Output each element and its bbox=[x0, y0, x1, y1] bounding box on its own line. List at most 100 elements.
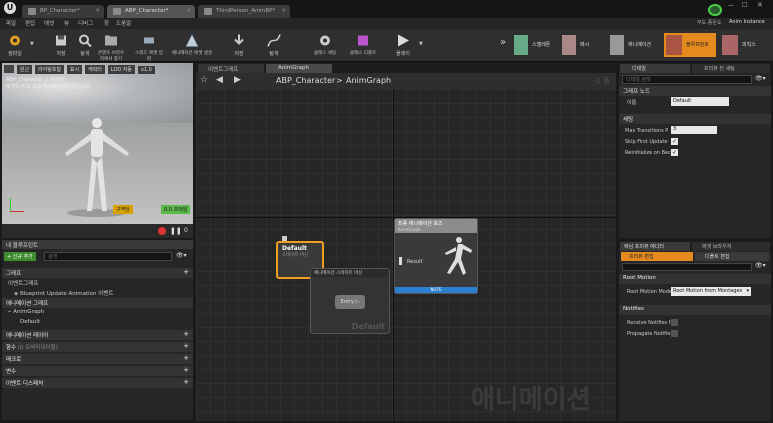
name-field[interactable]: Default bbox=[671, 97, 729, 106]
compile-button[interactable]: 컴파일 bbox=[2, 31, 28, 61]
tab-asset-browser[interactable]: 에셋 브라우저 bbox=[692, 242, 770, 251]
anim-graph-item[interactable]: ⌁ AnimGraph bbox=[2, 308, 193, 318]
root-motion-mode-select[interactable]: Root Motion from Montages ▾ bbox=[671, 287, 751, 296]
window-maximize-icon[interactable]: □ bbox=[742, 1, 748, 8]
save-cached-button[interactable]: 저장 bbox=[226, 31, 252, 61]
menu-help[interactable]: 도움말 bbox=[116, 19, 131, 27]
graph-node-section[interactable]: 그래프 노드 bbox=[619, 86, 771, 96]
class-settings-button[interactable]: 클래스 세팅 bbox=[308, 31, 342, 61]
view-options-icon[interactable]: 👁▾ bbox=[176, 252, 187, 259]
anim-preview-search-input[interactable] bbox=[622, 263, 752, 271]
perspective-button[interactable]: 원근 bbox=[16, 65, 33, 74]
hide-unrelated-button[interactable]: 스레드 에셋 입력 bbox=[134, 31, 164, 62]
add-dispatcher-icon[interactable]: + bbox=[183, 378, 189, 386]
breadcrumb-leaf[interactable]: AnimGraph bbox=[346, 76, 391, 85]
anim-blueprint-icon bbox=[113, 8, 121, 15]
tab-anim-preview[interactable]: 애님 프리뷰 에디터 bbox=[620, 242, 690, 251]
graph-canvas[interactable]: Default 스테이트 머신 애니메이션 스테이트 머신 Entry ▷ De… bbox=[196, 89, 616, 421]
add-macro-icon[interactable]: + bbox=[183, 354, 189, 362]
viewport-menu-button[interactable] bbox=[4, 65, 14, 73]
edit-preview-button[interactable]: 프리뷰 편집 bbox=[621, 252, 693, 261]
notifies-section[interactable]: Notifies bbox=[619, 305, 771, 315]
menu-asset[interactable]: 에셋 bbox=[44, 19, 54, 27]
skip-first-update-checkbox[interactable]: ✓ bbox=[671, 138, 678, 145]
frame-status-badge[interactable]: 0.0 프레임 bbox=[161, 205, 191, 214]
result-pin-icon[interactable] bbox=[399, 257, 402, 265]
event-dispatchers-section[interactable]: 이벤트 디스패처 + bbox=[2, 378, 193, 388]
add-layer-icon[interactable]: + bbox=[183, 330, 189, 338]
graph-watermark: 애니메이션 bbox=[471, 385, 591, 415]
max-transitions-field[interactable]: 3 bbox=[671, 126, 717, 134]
output-pose-node[interactable]: 최종 애니메이션 포즈 AnimGraph Result NOTE bbox=[394, 218, 478, 294]
my-blueprint-search-input[interactable] bbox=[44, 252, 172, 261]
menu-view[interactable]: 뷰 bbox=[64, 19, 69, 27]
menu-file[interactable]: 파일 bbox=[6, 19, 16, 27]
close-icon[interactable]: ✕ bbox=[186, 8, 191, 14]
details-search-input[interactable] bbox=[622, 75, 752, 84]
lit-button[interactable]: 라이팅포함 bbox=[35, 65, 65, 74]
graphs-section[interactable]: 그래프 + bbox=[2, 268, 193, 278]
compile-dropdown-icon[interactable]: ▼ bbox=[30, 41, 34, 47]
anim-layers-section[interactable]: 애니메이션 레이어 + bbox=[2, 330, 193, 340]
user-avatar[interactable] bbox=[708, 4, 722, 16]
character-button[interactable]: 캐릭터 bbox=[85, 65, 105, 74]
back-arrow-icon[interactable]: ◀ bbox=[216, 75, 223, 85]
macros-section[interactable]: 매크로 + bbox=[2, 354, 193, 364]
class-defaults-button[interactable]: 클래스 디폴트 bbox=[346, 31, 380, 61]
add-function-icon[interactable]: + bbox=[183, 342, 189, 350]
edit-defaults-button[interactable]: 디폴트 편집 bbox=[695, 252, 769, 261]
mode-skeleton[interactable]: 스켈레톤 bbox=[512, 33, 556, 57]
play-button[interactable]: 플레이 bbox=[390, 31, 416, 61]
add-new-button[interactable]: + 신규 추가 bbox=[4, 252, 36, 261]
breadcrumb-root[interactable]: ABP_Character bbox=[276, 76, 335, 85]
show-button[interactable]: 표시 bbox=[66, 65, 83, 74]
mode-physics[interactable]: 피직스 bbox=[720, 33, 768, 57]
menu-window[interactable]: 창 bbox=[104, 19, 109, 27]
menu-edit[interactable]: 편집 bbox=[25, 19, 35, 27]
pause-icon[interactable]: ❚❚ bbox=[170, 227, 182, 235]
tab-abp-character[interactable]: ABP_Character* ✕ bbox=[107, 5, 195, 18]
blueprint-update-item[interactable]: ◈ Blueprint Update Animation 이벤트 bbox=[2, 288, 193, 298]
favorite-star-icon[interactable]: ☆ bbox=[200, 75, 208, 85]
mode-blueprint[interactable]: 블루프린트 bbox=[664, 33, 716, 57]
browse-button[interactable]: 콘텐츠 브라우저에서 찾기 bbox=[96, 31, 126, 62]
name-label: 이름 bbox=[627, 100, 637, 106]
tab-details[interactable]: 디테일 bbox=[620, 64, 690, 73]
anim-preview-view-options-icon[interactable]: 👁▾ bbox=[755, 262, 766, 269]
variables-section[interactable]: 변수 + bbox=[2, 366, 193, 376]
window-minimize-icon[interactable]: — bbox=[728, 2, 734, 9]
forward-arrow-icon[interactable]: ▶ bbox=[234, 75, 241, 85]
close-icon[interactable]: ✕ bbox=[95, 8, 100, 14]
settings-section[interactable]: 세팅 bbox=[619, 114, 771, 124]
create-asset-button[interactable]: 애니메이션 에셋 생성 bbox=[170, 31, 214, 61]
tab-bp-character[interactable]: BP_Character* ✕ bbox=[22, 5, 104, 18]
tab-anim-graph[interactable]: AnimGraph bbox=[266, 64, 332, 73]
find-button[interactable]: 탐색 bbox=[72, 31, 98, 61]
menu-debug[interactable]: 디버그 bbox=[78, 19, 93, 27]
lod-button[interactable]: LOD 자동 bbox=[107, 65, 136, 74]
tab-thirdperson-animbp[interactable]: ThirdPerson_AnimBP* ✕ bbox=[198, 5, 290, 18]
tab-preview-scene-settings[interactable]: 프리뷰 씬 세팅 bbox=[692, 64, 770, 73]
functions-section[interactable]: 함수 (0 오버라이더블) + bbox=[2, 342, 193, 352]
event-graph-item[interactable]: 이벤트그래프 bbox=[2, 278, 193, 288]
reinitialize-checkbox[interactable]: ✓ bbox=[671, 149, 678, 156]
mode-mesh[interactable]: 메시 bbox=[560, 33, 604, 57]
record-icon[interactable] bbox=[158, 227, 166, 235]
speed-button[interactable]: x1.0 bbox=[137, 66, 155, 74]
export-curve-button[interactable]: 탐색 bbox=[252, 31, 296, 61]
root-motion-section[interactable]: Root Motion bbox=[619, 274, 771, 284]
preview-status-badge[interactable]: 구역당 bbox=[113, 205, 133, 214]
propagate-notifies-checkbox[interactable] bbox=[671, 330, 678, 337]
anim-graphs-section[interactable]: 애니메이션 그래프 bbox=[2, 298, 193, 308]
window-close-icon[interactable]: ✕ bbox=[757, 1, 763, 9]
details-view-options-icon[interactable]: 👁▾ bbox=[755, 75, 766, 82]
receive-notifies-checkbox[interactable] bbox=[671, 319, 678, 326]
add-graph-icon[interactable]: + bbox=[183, 268, 189, 276]
mode-animation[interactable]: 애니메이션 bbox=[608, 33, 660, 57]
tab-event-graph[interactable]: 이벤트그래프 bbox=[198, 64, 264, 73]
default-state-machine-item[interactable]: Default bbox=[2, 318, 193, 328]
play-dropdown-icon[interactable]: ▼ bbox=[419, 41, 423, 47]
save-button[interactable]: 저장 bbox=[48, 31, 74, 61]
add-variable-icon[interactable]: + bbox=[183, 366, 189, 374]
close-icon[interactable]: ✕ bbox=[281, 8, 286, 14]
